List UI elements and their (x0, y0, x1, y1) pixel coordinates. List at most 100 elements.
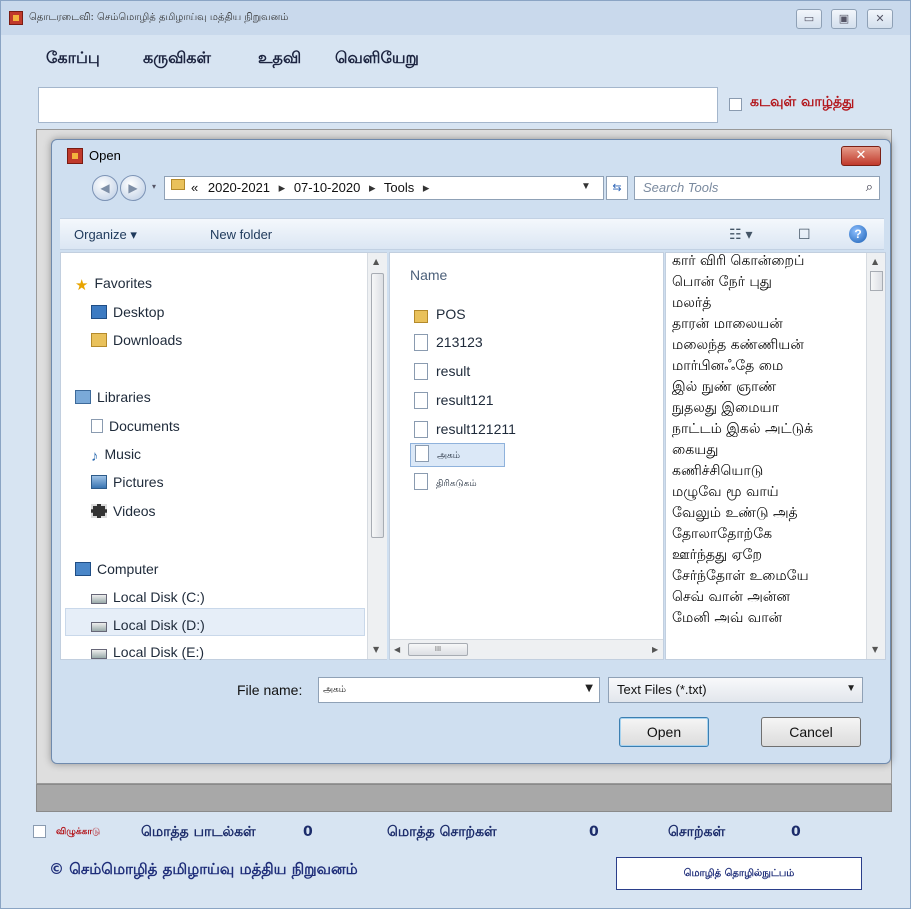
dialog-close-button[interactable]: ✕ (841, 146, 881, 166)
nav-libraries[interactable]: Libraries (75, 389, 151, 405)
scroll-left-icon[interactable]: ◀ (394, 645, 400, 654)
preview-line: தாரன் மாலையன் (672, 316, 783, 332)
dialog-title: Open (89, 148, 121, 163)
kadavul-vazhthu-checkbox[interactable] (729, 98, 742, 111)
chevron-down-icon[interactable]: ▼ (846, 683, 856, 694)
minimize-button[interactable]: ▭ (796, 9, 822, 29)
maximize-button[interactable]: ▣ (831, 9, 857, 29)
search-input[interactable]: Search Tools ⌕ (634, 176, 880, 200)
language-technology-button[interactable]: மொழித் தொழில்நுட்பம் (616, 857, 862, 890)
preview-line: வேலும் உண்டு அத் (672, 505, 798, 521)
scroll-right-icon[interactable]: ▶ (652, 645, 658, 654)
search-text-input[interactable] (38, 87, 718, 123)
address-bar[interactable]: « 2020-2021 ▸ 07-10-2020 ▸ Tools ▸ ▼ (164, 176, 604, 200)
dialog-toolbar: Organize ▾ New folder ☷ ▾ ☐ ? (60, 218, 884, 250)
list-item[interactable]: திரிகடுகம் (410, 472, 477, 496)
help-icon[interactable]: ? (849, 225, 867, 243)
hard-disk-icon (91, 622, 107, 632)
breadcrumb-item[interactable]: Tools (384, 180, 414, 195)
list-item-selected[interactable]: அகம் (410, 443, 505, 467)
file-name-label: File name: (237, 682, 303, 698)
preview-scrollbar[interactable]: ▲ ▼ (866, 253, 885, 659)
list-item[interactable]: 213123 (410, 331, 483, 355)
kadavul-vazhthu-label: கடவுள் வாழ்த்து (750, 94, 855, 110)
chevron-down-icon[interactable]: ▼ (581, 181, 591, 192)
percentage-checkbox[interactable] (33, 825, 46, 838)
nav-computer[interactable]: Computer (75, 561, 158, 577)
downloads-folder-icon (91, 333, 107, 347)
window-title: தொடரடைவி: செம்மொழித் தமிழாய்வு மத்திய நி… (29, 12, 289, 23)
close-button[interactable]: ✕ (867, 9, 893, 29)
words-label: சொற்கள் (668, 824, 726, 840)
dialog-app-icon (67, 148, 83, 164)
search-icon[interactable]: ⌕ (866, 179, 873, 195)
preview-line: மேனி அவ் வான் (672, 610, 783, 626)
open-button[interactable]: Open (619, 717, 709, 747)
preview-line: கணிச்சியொடு (672, 463, 764, 479)
star-icon: ★ (75, 277, 89, 294)
nav-disk-e[interactable]: Local Disk (E:) (91, 644, 204, 660)
preview-line: மார்பினஃதே மை (672, 358, 784, 374)
chevron-right-icon[interactable]: ▸ (274, 180, 291, 195)
nav-scrollbar[interactable]: ▲ ▼ (367, 253, 387, 659)
scrollbar-thumb[interactable] (870, 271, 883, 291)
nav-videos[interactable]: Videos (91, 503, 156, 519)
nav-documents[interactable]: Documents (91, 418, 180, 434)
scrollbar-thumb[interactable] (371, 273, 384, 538)
file-list-hscrollbar[interactable]: ◀ III ▶ (390, 639, 663, 659)
chevron-down-icon[interactable]: ▼ (585, 683, 593, 694)
back-arrow-icon[interactable]: ◀ (92, 175, 118, 201)
chevron-right-icon[interactable]: ▸ (364, 180, 381, 195)
preview-line: மழுவே மூ வாய் (672, 484, 779, 500)
preview-pane-icon[interactable]: ☐ (798, 226, 811, 243)
scroll-down-icon[interactable]: ▼ (872, 645, 878, 654)
recent-locations-dropdown[interactable]: ▾ (152, 182, 162, 194)
name-column-header[interactable]: Name (410, 267, 447, 283)
music-icon: ♪ (91, 448, 99, 465)
nav-favorites[interactable]: ★ Favorites (75, 275, 152, 294)
text-file-icon (414, 421, 428, 438)
folder-icon (414, 310, 428, 323)
list-item[interactable]: result121 (410, 389, 494, 413)
file-name-input[interactable]: அகம் ▼ (318, 677, 600, 703)
menu-exit[interactable]: வெளியேறு (335, 48, 419, 69)
organize-button[interactable]: Organize ▾ (74, 227, 137, 243)
list-item[interactable]: result (410, 360, 470, 384)
list-item-folder[interactable]: POS (410, 303, 466, 327)
menu-tools[interactable]: கருவிகள் (143, 48, 211, 69)
status-strip (36, 784, 892, 812)
file-type-select[interactable]: Text Files (*.txt) ▼ (608, 677, 863, 703)
text-file-icon (414, 473, 428, 490)
scroll-up-icon[interactable]: ▲ (373, 257, 379, 266)
title-bar: தொடரடைவி: செம்மொழித் தமிழாய்வு மத்திய நி… (1, 1, 910, 35)
preview-pane: கார் விரி கொன்றைப் பொன் நேர் புது மலர்த்… (665, 252, 886, 660)
scrollbar-thumb[interactable]: III (408, 643, 468, 656)
forward-arrow-icon[interactable]: ▶ (120, 175, 146, 201)
text-file-icon (415, 445, 429, 462)
view-options-icon[interactable]: ☷ ▾ (729, 226, 752, 243)
nav-music[interactable]: ♪ Music (91, 446, 141, 465)
list-item[interactable]: result121211 (410, 418, 516, 442)
menu-help[interactable]: உதவி (258, 48, 301, 69)
videos-icon (91, 504, 107, 518)
nav-disk-d[interactable]: Local Disk (D:) (91, 617, 205, 633)
menu-file[interactable]: கோப்பு (46, 48, 100, 69)
nav-desktop[interactable]: Desktop (91, 304, 164, 320)
document-icon (91, 419, 103, 433)
cancel-button[interactable]: Cancel (761, 717, 861, 747)
main-window: தொடரடைவி: செம்மொழித் தமிழாய்வு மத்திய நி… (0, 0, 911, 909)
scroll-up-icon[interactable]: ▲ (872, 257, 878, 266)
nav-disk-c[interactable]: Local Disk (C:) (91, 589, 205, 605)
nav-downloads[interactable]: Downloads (91, 332, 182, 348)
breadcrumb-item[interactable]: 2020-2021 (202, 180, 270, 195)
nav-pictures[interactable]: Pictures (91, 474, 164, 490)
chevron-right-icon[interactable]: ▸ (418, 180, 435, 195)
refresh-icon[interactable]: ⇆ (606, 176, 628, 200)
breadcrumb-item[interactable]: 07-10-2020 (294, 180, 361, 195)
breadcrumb: « 2020-2021 ▸ 07-10-2020 ▸ Tools ▸ (191, 180, 434, 196)
breadcrumb-overflow[interactable]: « (191, 180, 198, 195)
file-name-value: அகம் (323, 685, 347, 695)
preview-line: செவ் வான் அன்ன (672, 589, 790, 605)
new-folder-button[interactable]: New folder (210, 227, 272, 242)
scroll-down-icon[interactable]: ▼ (373, 645, 379, 654)
